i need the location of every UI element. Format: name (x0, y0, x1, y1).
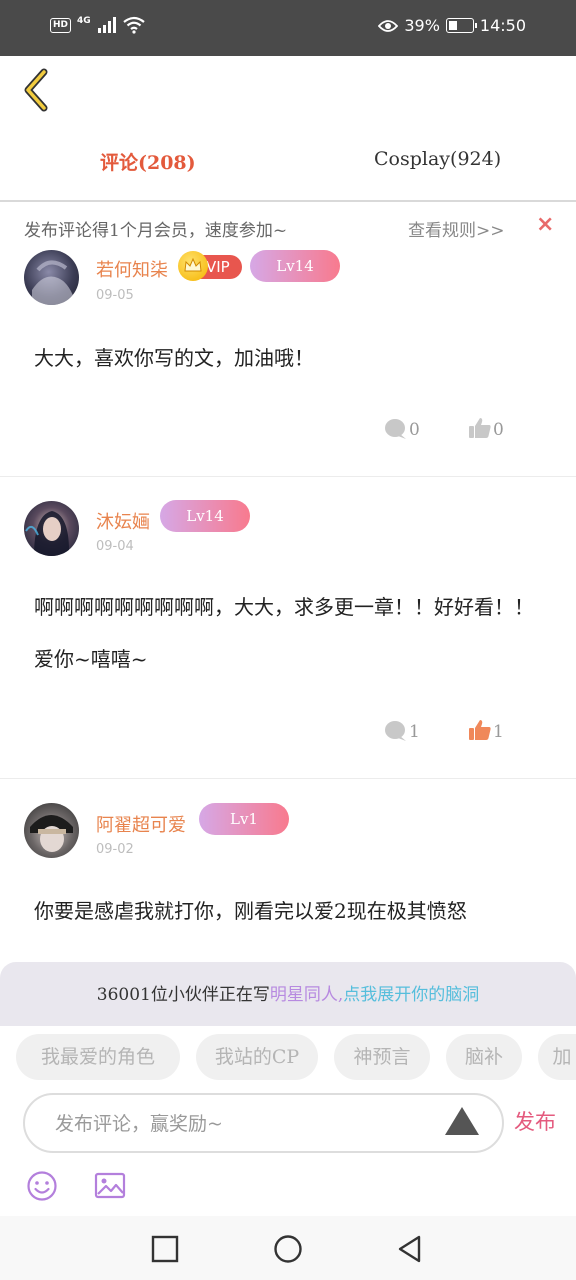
square-icon (151, 1235, 179, 1263)
avatar-image (25, 511, 70, 556)
level-badge: Lv14 (250, 250, 340, 282)
topic-text: 明星同人, (269, 985, 344, 1005)
comment-text: 你要是感虐我就打你，刚看完以爱2现在极其愤怒 (34, 899, 467, 923)
tab-cosplay[interactable]: Cosplay(924) (374, 148, 501, 170)
smiley-icon (27, 1171, 57, 1201)
comment-item: 阿翟超可爱 Lv1 09-02 你要是感虐我就打你，刚看完以爱2现在极其愤怒 (0, 779, 576, 962)
username[interactable]: 阿翟超可爱 (96, 811, 186, 837)
network-type: 4G (77, 16, 91, 26)
vip-badge: VIP (178, 251, 242, 281)
publish-button[interactable]: 发布 (514, 1106, 556, 1136)
like-button[interactable]: 1 (468, 718, 504, 742)
battery-fill (448, 21, 458, 30)
clock: 14:50 (479, 16, 526, 35)
prompt-cta: 点我展开你的脑洞 (343, 985, 480, 1005)
topic-chip[interactable]: 神预言 (334, 1034, 430, 1080)
status-right: 39% 14:50 (378, 16, 526, 35)
comment-text: 大大，喜欢你写的文，加油哦！ (34, 346, 314, 370)
username[interactable]: 沐妘婳 (96, 508, 150, 534)
battery-icon (445, 18, 477, 33)
avatar[interactable] (24, 250, 79, 305)
inspiration-prompt[interactable]: 36001位小伙伴正在写明星同人,点我展开你的脑洞 (0, 962, 576, 1026)
circle-icon (274, 1235, 302, 1263)
battery-percent: 39% (404, 16, 440, 35)
topic-chip-row: 我最爱的角色 我站的CP 神预言 脑补 加 (0, 1026, 576, 1088)
image-icon (94, 1172, 126, 1199)
thumbs-up-icon (469, 418, 491, 438)
comment-item: 沐妘婳 Lv14 09-04 啊啊啊啊啊啊啊啊啊，大大，求多更一章！！好好看！！… (0, 477, 576, 779)
emoji-button[interactable] (26, 1170, 58, 1202)
level-badge: Lv14 (160, 500, 250, 532)
avatar[interactable] (24, 803, 79, 858)
writer-count-text: 36001位小伙伴正在写 (96, 985, 270, 1005)
status-bar: HD 4G 39% 14:50 (0, 0, 576, 56)
notice-text: 发布评论得1个月会员，速度参加~ (24, 221, 288, 241)
comment-bubble-icon (385, 419, 406, 439)
status-left: HD 4G (50, 16, 145, 34)
tab-bar: 评论(208) Cosplay(924) (0, 130, 576, 202)
expand-triangle-icon[interactable] (445, 1107, 479, 1135)
topic-chip[interactable]: 我站的CP (196, 1034, 318, 1080)
recent-apps-button[interactable] (150, 1234, 180, 1264)
topic-chip[interactable]: 脑补 (446, 1034, 522, 1080)
like-count: 1 (493, 722, 504, 742)
eye-icon (378, 19, 399, 32)
wifi-icon (122, 16, 145, 34)
comment-item: 若何知柒 VIP Lv14 09-05 大大，喜欢你写的文，加油哦！ 0 0 (0, 244, 576, 477)
back-nav-button[interactable] (395, 1234, 425, 1264)
avatar-image (30, 815, 73, 852)
hd-indicator: HD (50, 17, 72, 33)
like-button[interactable]: 0 (468, 416, 504, 440)
comment-input[interactable] (55, 1107, 435, 1141)
reply-button[interactable]: 1 (384, 720, 420, 742)
triangle-back-icon (398, 1235, 421, 1263)
comment-date: 09-05 (96, 288, 134, 303)
topic-chip[interactable]: 加 (538, 1034, 576, 1080)
chevron-left-icon (24, 68, 48, 112)
tab-comments[interactable]: 评论(208) (100, 148, 196, 175)
reply-button[interactable]: 0 (384, 418, 420, 440)
thumbs-up-icon (469, 720, 491, 740)
level-badge: Lv1 (199, 803, 289, 835)
system-nav-bar (0, 1216, 576, 1280)
topic-chip[interactable]: 我最爱的角色 (16, 1034, 180, 1080)
view-rules-link[interactable]: 查看规则>> (408, 216, 505, 241)
comment-text: 啊啊啊啊啊啊啊啊啊，大大，求多更一章！！好好看！！爱你~嘻嘻~ (34, 595, 534, 671)
reply-count: 1 (409, 722, 420, 742)
comment-input-box (23, 1093, 504, 1153)
image-button[interactable] (94, 1171, 126, 1201)
comment-date: 09-02 (96, 842, 134, 857)
reply-count: 0 (409, 420, 420, 440)
username[interactable]: 若何知柒 (96, 256, 168, 282)
close-icon[interactable]: × (536, 212, 554, 237)
promo-notice: 发布评论得1个月会员，速度参加~ 查看规则>> × (24, 212, 554, 242)
vip-label: VIP (206, 258, 230, 276)
home-button[interactable] (273, 1234, 303, 1264)
back-button[interactable] (18, 66, 60, 114)
like-count: 0 (493, 420, 504, 440)
comment-date: 09-04 (96, 539, 134, 554)
comment-bubble-icon (385, 721, 406, 741)
avatar-image (32, 260, 74, 305)
crown-icon (178, 251, 208, 281)
avatar[interactable] (24, 501, 79, 556)
signal-icon (97, 17, 116, 33)
